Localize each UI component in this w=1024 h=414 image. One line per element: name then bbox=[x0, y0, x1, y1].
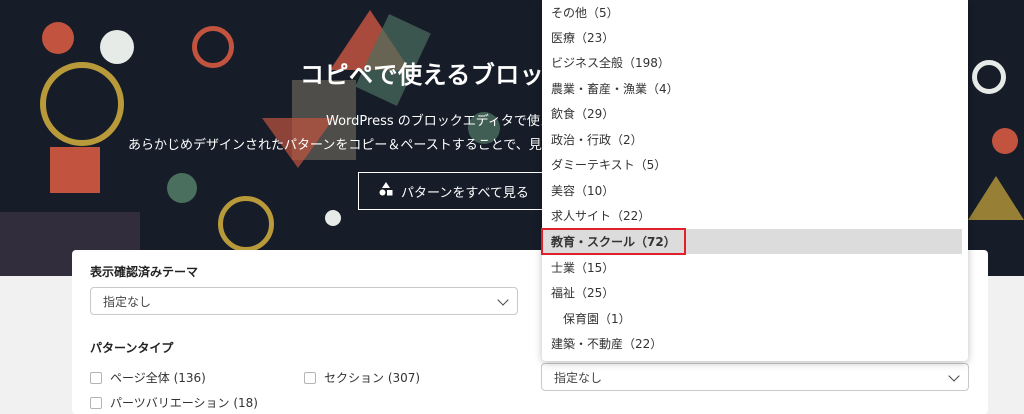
view-all-patterns-button[interactable]: パターンをすべて見る bbox=[358, 172, 568, 210]
dropdown-option[interactable]: 福祉（25） bbox=[542, 280, 962, 305]
theme-filter-label: 表示確認済みテーマ bbox=[90, 265, 199, 279]
pattern-type-checkbox[interactable]: ページ全体 (136) bbox=[90, 369, 206, 386]
dropdown-option[interactable]: その他（5） bbox=[542, 0, 962, 25]
decor-ring bbox=[218, 196, 274, 252]
dropdown-option[interactable]: 建築・不動産（22） bbox=[542, 331, 962, 356]
selection-highlight-box bbox=[541, 228, 686, 255]
decor-ring bbox=[192, 26, 234, 68]
decor-ring bbox=[972, 60, 1006, 94]
hero-title: コピペで使えるブロック bbox=[300, 61, 569, 89]
theme-select[interactable]: 指定なし bbox=[90, 287, 518, 315]
category-dropdown-list: その他（5） 医療（23） ビジネス全般（198） 農業・畜産・漁業（4） 飲食… bbox=[542, 0, 968, 361]
decor-circle bbox=[100, 30, 134, 64]
dropdown-option[interactable]: 政治・行政（2） bbox=[542, 127, 962, 152]
decor-triangle bbox=[968, 176, 1024, 220]
dropdown-option[interactable]: ビジネス全般（198） bbox=[542, 50, 962, 75]
decor-ring bbox=[40, 62, 124, 146]
checkbox-icon bbox=[90, 371, 102, 384]
dropdown-option[interactable]: 農業・畜産・漁業（4） bbox=[542, 76, 962, 101]
pattern-type-checkbox[interactable]: パーツバリエーション (18) bbox=[90, 394, 258, 411]
category-select-value: 指定なし bbox=[554, 370, 603, 385]
chevron-down-icon bbox=[948, 370, 960, 382]
checkbox-icon bbox=[304, 371, 316, 384]
theme-select-value: 指定なし bbox=[103, 294, 152, 309]
pattern-type-label: パターンタイプ bbox=[90, 341, 174, 355]
pattern-type-checkbox[interactable]: セクション (307) bbox=[304, 369, 420, 386]
dropdown-option[interactable]: 飲食（29） bbox=[542, 101, 962, 126]
decor-circle bbox=[42, 22, 74, 54]
view-all-patterns-label: パターンをすべて見る bbox=[401, 185, 529, 201]
dropdown-option[interactable]: 美容（10） bbox=[542, 178, 962, 203]
dropdown-option[interactable]: ダミーテキスト（5） bbox=[542, 152, 962, 177]
hero-description-line-2: あらかじめデザインされたパターンをコピー＆ペーストすることで、見 bbox=[128, 138, 542, 153]
decor-square bbox=[50, 147, 100, 193]
pattern-type-option-label: パーツバリエーション (18) bbox=[110, 396, 258, 410]
dropdown-option[interactable]: 医療（23） bbox=[542, 25, 962, 50]
decor-circle bbox=[167, 173, 197, 203]
checkbox-icon bbox=[90, 396, 102, 409]
pattern-type-option-label: セクション (307) bbox=[324, 371, 421, 385]
decor-circle bbox=[992, 128, 1018, 154]
dropdown-option[interactable]: 士業（15） bbox=[542, 255, 962, 280]
dropdown-option-child[interactable]: 保育園（1） bbox=[542, 306, 962, 331]
pattern-type-option-label: ページ全体 (136) bbox=[110, 371, 206, 385]
dropdown-option[interactable]: 求人サイト（22） bbox=[542, 203, 962, 228]
shapes-icon bbox=[379, 182, 393, 200]
category-select[interactable]: 指定なし bbox=[541, 363, 969, 391]
chevron-down-icon bbox=[497, 294, 509, 306]
hero-description-line-1: WordPress のブロックエディタで使え bbox=[326, 114, 553, 129]
decor-circle bbox=[325, 210, 341, 226]
